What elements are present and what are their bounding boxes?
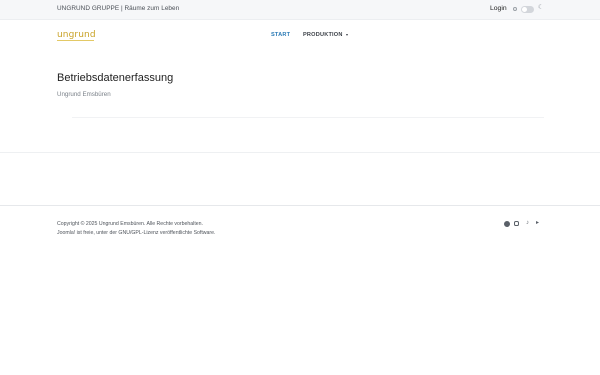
- footer-divider: [0, 205, 600, 206]
- page-title: Betriebsdatenerfassung: [57, 72, 174, 84]
- chevron-down-icon[interactable]: [346, 34, 348, 36]
- nav-item-start[interactable]: START: [271, 32, 290, 38]
- facebook-icon[interactable]: [503, 220, 510, 227]
- tiktok-icon[interactable]: ♪: [524, 220, 531, 227]
- moon-icon: ☾: [538, 4, 544, 11]
- topbar: UNGRUND GRUPPE | Räume zum Leben Login ☾: [0, 0, 600, 20]
- logo-underline: [57, 40, 94, 41]
- topbar-brand-text: UNGRUND GRUPPE | Räume zum Leben: [57, 5, 180, 12]
- page-subtitle: Ungrund Emsbüren: [57, 91, 111, 98]
- nav-item-produktion[interactable]: PRODUKTION: [303, 32, 343, 38]
- section-divider: [0, 152, 600, 153]
- content-divider: [72, 117, 544, 118]
- footer-license: Joomla! ist freie, unter der GNU/GPL-Liz…: [57, 230, 216, 236]
- toggle-knob: [522, 7, 527, 12]
- site-logo[interactable]: ungrund: [57, 30, 96, 40]
- twitter-icon[interactable]: ▸: [534, 220, 541, 227]
- login-link[interactable]: Login: [490, 5, 507, 12]
- instagram-icon[interactable]: [513, 220, 520, 227]
- theme-toggle[interactable]: [521, 6, 534, 13]
- footer-copyright: Copyright © 2025 Ungrund Emsbüren. Alle …: [57, 221, 203, 227]
- sun-icon: [513, 7, 517, 11]
